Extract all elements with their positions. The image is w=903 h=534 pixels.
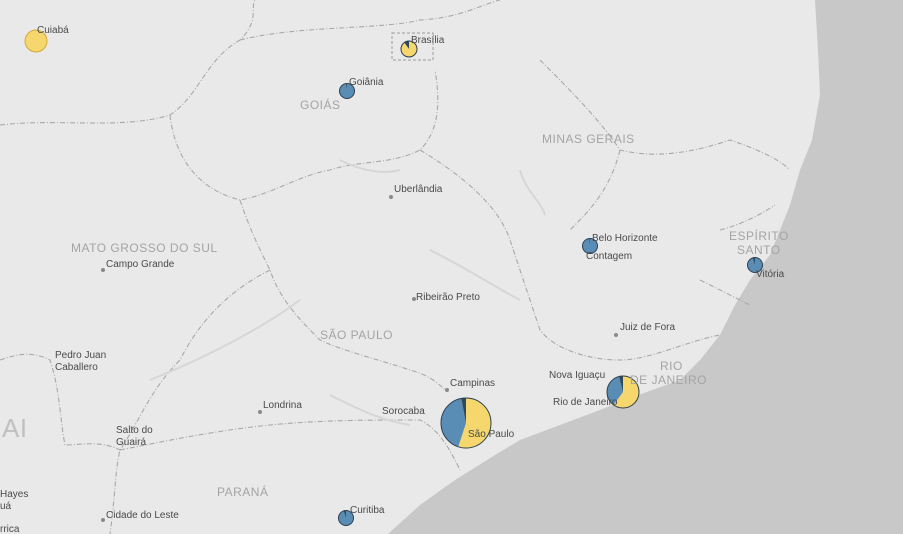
city-label-pedro-juan-2: Caballero xyxy=(55,362,98,373)
city-label-campo-grande: Campo Grande xyxy=(106,259,175,270)
state-label-espirito-santo-1: ESPÍRITO xyxy=(729,229,789,243)
city-label-vitoria: Vitória xyxy=(756,269,785,280)
city-label-pedro-juan-1: Pedro Juan xyxy=(55,350,107,361)
city-label-nova-iguacu: Nova Iguaçu xyxy=(549,370,606,381)
state-label-parana: PARANÁ xyxy=(217,485,269,499)
city-label-brasilia: Brasília xyxy=(411,35,445,46)
city-label-uberlandia: Uberlândia xyxy=(394,184,443,195)
pie-marker-sao-paulo[interactable] xyxy=(440,397,492,449)
state-label-minas-gerais: MINAS GERAIS xyxy=(542,132,635,146)
city-label-hayes-1: Hayes xyxy=(0,489,29,500)
state-label-sao-paulo: SÃO PAULO xyxy=(320,328,393,342)
state-label-partial: AI xyxy=(2,413,28,443)
city-dot-juiz-de-fora xyxy=(614,333,618,337)
city-dot-cidade-do-leste xyxy=(101,518,105,522)
state-label-goias: GOIÁS xyxy=(300,98,341,112)
map-canvas[interactable]: GOIÁS MINAS GERAIS MATO GROSSO DO SUL ES… xyxy=(0,0,903,534)
city-label-belo-horizonte: Belo Horizonte xyxy=(592,233,658,244)
city-label-sao-paulo: São Paulo xyxy=(468,429,515,440)
city-label-sorocaba: Sorocaba xyxy=(382,406,425,417)
city-label-salto-2: Guairá xyxy=(116,437,147,448)
city-label-campinas: Campinas xyxy=(450,378,496,389)
city-label-salto-1: Salto do xyxy=(116,425,153,436)
state-label-mato-grosso-do-sul: MATO GROSSO DO SUL xyxy=(71,241,218,255)
city-label-ribeirao-preto: Ribeirão Preto xyxy=(416,292,480,303)
city-label-juiz-de-fora: Juiz de Fora xyxy=(620,322,676,333)
city-label-londrina: Londrina xyxy=(263,400,302,411)
state-label-rio-de-janeiro-2: DE JANEIRO xyxy=(630,373,708,387)
ocean-area xyxy=(388,0,903,534)
city-dot-londrina xyxy=(258,410,262,414)
state-label-rio-de-janeiro-1: RIO xyxy=(660,359,683,373)
city-label-rrica: rrica xyxy=(0,524,20,534)
city-label-hayes-2: uá xyxy=(0,501,12,512)
city-label-curitiba: Curitiba xyxy=(350,505,385,516)
city-label-rio-de-janeiro: Rio de Janeiro xyxy=(553,397,618,408)
city-label-cuiaba: Cuiabá xyxy=(37,25,69,36)
state-label-espirito-santo-2: SANTO xyxy=(737,243,781,257)
city-dot-uberlandia xyxy=(389,195,393,199)
city-dot-campo-grande xyxy=(101,268,105,272)
city-label-contagem: Contagem xyxy=(586,251,633,262)
city-label-goiania: Goiânia xyxy=(349,77,384,88)
city-dot-campinas xyxy=(445,388,449,392)
city-label-cidade-do-leste: Cidade do Leste xyxy=(106,510,179,521)
